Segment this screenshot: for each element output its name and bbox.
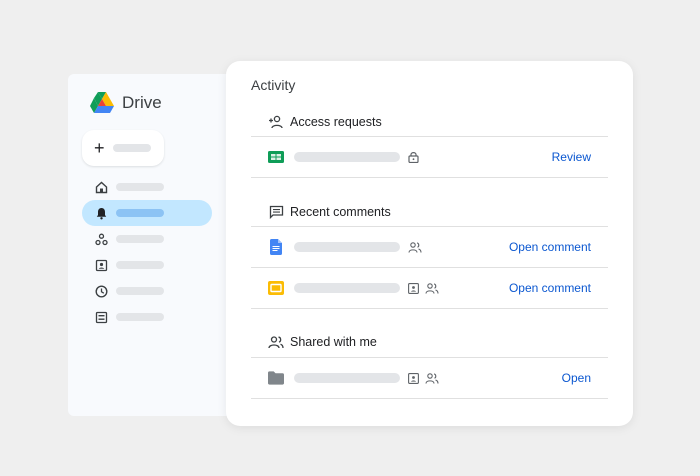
file-name-placeholder <box>294 283 400 293</box>
sidebar-item-label-placeholder <box>116 209 164 217</box>
section-recent-comments: Recent comments <box>251 197 608 227</box>
drive-logo-icon <box>90 92 114 113</box>
open-comment-button[interactable]: Open comment <box>509 240 591 254</box>
list-item[interactable]: Review <box>251 136 608 178</box>
home-icon <box>94 180 108 194</box>
file-name-placeholder <box>294 152 400 162</box>
sheets-file-icon <box>268 149 284 165</box>
sidebar-item-recent[interactable] <box>82 278 212 304</box>
open-button[interactable]: Open <box>562 371 591 385</box>
row-meta <box>408 151 419 163</box>
sidebar-nav <box>82 174 212 330</box>
sidebar-item-home[interactable] <box>82 174 212 200</box>
file-name-placeholder <box>294 242 400 252</box>
list-item[interactable]: Open <box>251 357 608 399</box>
storage-icon <box>94 310 108 324</box>
shared-drive-icon <box>94 258 108 272</box>
panel-title: Activity <box>251 77 296 93</box>
people-icon <box>268 334 284 350</box>
people-icon <box>425 372 439 384</box>
shared-drive-icon <box>408 372 419 384</box>
section-label: Recent comments <box>290 205 391 219</box>
sidebar-item-activity[interactable] <box>82 200 212 226</box>
file-name-placeholder <box>294 373 400 383</box>
workspaces-icon <box>94 232 108 246</box>
section-shared-with-me: Shared with me <box>251 327 608 357</box>
section-access-requests: Access requests <box>251 107 608 137</box>
brand[interactable]: Drive <box>90 92 162 114</box>
sidebar-item-label-placeholder <box>116 287 164 295</box>
sidebar-item-shared-drives[interactable] <box>82 252 212 278</box>
sidebar-item-label-placeholder <box>116 235 164 243</box>
open-comment-button[interactable]: Open comment <box>509 281 591 295</box>
list-item[interactable]: Open comment <box>251 267 608 309</box>
person-add-icon <box>268 114 284 130</box>
clock-icon <box>94 284 108 298</box>
review-button[interactable]: Review <box>552 150 591 164</box>
section-label: Access requests <box>290 115 382 129</box>
activity-panel: Activity Access requests Review Recent c… <box>226 61 633 426</box>
sidebar-item-label-placeholder <box>116 261 164 269</box>
new-button-label-placeholder <box>112 144 151 152</box>
row-meta <box>408 241 422 253</box>
sidebar-item-label-placeholder <box>116 183 164 191</box>
sidebar-item-label-placeholder <box>116 313 164 321</box>
row-meta <box>408 282 439 294</box>
sidebar-item-storage[interactable] <box>82 304 212 330</box>
app-name: Drive <box>122 93 162 112</box>
row-meta <box>408 372 439 384</box>
docs-file-icon <box>268 239 284 255</box>
shared-drive-icon <box>408 282 419 294</box>
new-button[interactable]: + <box>82 130 164 166</box>
comment-icon <box>268 204 284 220</box>
section-label: Shared with me <box>290 335 377 349</box>
sidebar: Drive + <box>68 74 243 416</box>
people-icon <box>425 282 439 294</box>
sidebar-item-workspaces[interactable] <box>82 226 212 252</box>
folder-icon <box>268 370 284 386</box>
people-icon <box>408 241 422 253</box>
lock-icon <box>408 151 419 163</box>
list-item[interactable]: Open comment <box>251 226 608 267</box>
plus-icon: + <box>94 138 105 158</box>
slides-file-icon <box>268 280 284 296</box>
bell-icon <box>94 206 108 220</box>
